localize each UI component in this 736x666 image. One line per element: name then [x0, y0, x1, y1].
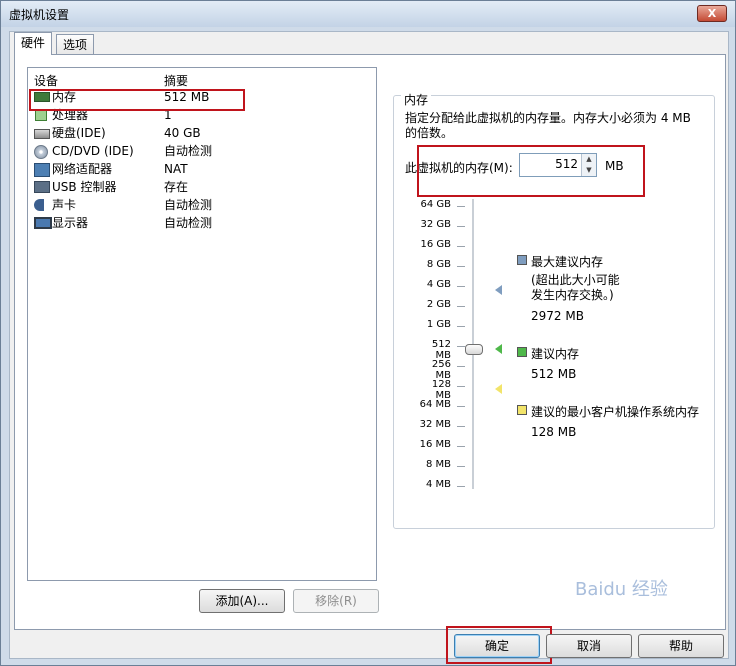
usb-icon — [34, 181, 50, 193]
memory-scale-tick: 16 MB — [419, 439, 451, 450]
device-summary: 自动检测 — [164, 198, 213, 212]
max-recommended-title: 最大建议内存 — [531, 255, 604, 269]
highlight-memory-field — [417, 145, 645, 197]
memory-scale-tick-mark — [457, 206, 465, 207]
max-recommended-marker-icon — [495, 285, 502, 295]
column-header-summary[interactable]: 摘要 — [164, 72, 188, 89]
min-recommended-legend-icon — [517, 405, 527, 415]
device-summary: 存在 — [164, 180, 189, 194]
min-recommended-title: 建议的最小客户机操作系统内存 — [531, 405, 700, 419]
memory-scale-tick: 1 GB — [426, 319, 451, 330]
memory-scale-tick: 64 GB — [420, 199, 451, 210]
device-name: CD/DVD (IDE) — [52, 144, 134, 158]
tab-options[interactable]: 选项 — [56, 34, 95, 55]
min-recommended-marker-icon — [495, 384, 502, 394]
sound-card-icon — [34, 199, 44, 211]
column-header-device[interactable]: 设备 — [34, 72, 58, 89]
device-summary: NAT — [164, 162, 188, 176]
memory-scale-tick: 256 MB — [431, 359, 451, 381]
highlight-ok-button — [446, 626, 552, 664]
memory-scale-tick: 8 GB — [426, 259, 451, 270]
memory-scale-tick: 2 GB — [426, 299, 451, 310]
device-name: 显示器 — [52, 216, 89, 230]
remove-button[interactable]: 移除(R) — [293, 589, 379, 613]
hardware-panel: 设备 摘要 内存 512 MB 处理器 1 硬盘(IDE) 40 GB CD/D… — [14, 54, 726, 630]
memory-scale-tick: 64 MB — [419, 399, 451, 410]
device-summary: 自动检测 — [164, 216, 213, 230]
memory-scale-tick: 512 MB — [431, 339, 451, 361]
recommended-title: 建议内存 — [531, 347, 580, 361]
dialog-client: 硬件 选项 设备 摘要 内存 512 MB 处理器 1 硬盘(IDE) 40 G… — [9, 31, 729, 664]
memory-scale-tick: 128 MB — [431, 379, 451, 401]
memory-scale-tick: 32 GB — [420, 219, 451, 230]
window-title: 虚拟机设置 — [9, 8, 70, 22]
memory-scale-tick: 16 GB — [420, 239, 451, 250]
memory-scale-tick-mark — [457, 386, 465, 387]
device-list[interactable]: 设备 摘要 内存 512 MB 处理器 1 硬盘(IDE) 40 GB CD/D… — [27, 67, 377, 581]
memory-scale-tick-mark — [457, 306, 465, 307]
memory-description: 指定分配给此虚拟机的内存量。内存大小必须为 4 MB 的倍数。 — [405, 111, 691, 140]
memory-scale-tick-mark — [457, 326, 465, 327]
memory-scale-tick-mark — [457, 246, 465, 247]
memory-scale-tick-mark — [457, 486, 465, 487]
device-name: 网络适配器 — [52, 162, 113, 176]
memory-scale-tick-mark — [457, 446, 465, 447]
memory-slider-thumb[interactable] — [465, 344, 483, 355]
memory-scale-tick: 4 MB — [425, 479, 451, 490]
recommended-legend-icon — [517, 347, 527, 357]
memory-scale-tick-mark — [457, 346, 465, 347]
help-button[interactable]: 帮助 — [638, 634, 724, 658]
device-summary: 40 GB — [164, 126, 201, 140]
cancel-button[interactable]: 取消 — [546, 634, 632, 658]
hard-disk-icon — [34, 129, 50, 139]
memory-scale-tick: 4 GB — [426, 279, 451, 290]
memory-scale-tick-mark — [457, 286, 465, 287]
memory-scale-tick-mark — [457, 406, 465, 407]
memory-scale-tick-mark — [457, 426, 465, 427]
highlight-memory-row — [29, 89, 245, 111]
device-row-display[interactable]: 显示器 自动检测 — [32, 214, 372, 232]
device-summary: 自动检测 — [164, 144, 213, 158]
min-recommended-value: 128 MB — [531, 425, 577, 439]
tab-hardware[interactable]: 硬件 — [14, 32, 53, 55]
memory-scale-tick: 8 MB — [425, 459, 451, 470]
baidu-watermark: Baidu 经验 — [575, 579, 668, 600]
device-row-hard-disk[interactable]: 硬盘(IDE) 40 GB — [32, 124, 372, 142]
memory-scale-tick-mark — [457, 226, 465, 227]
close-button[interactable]: X — [697, 5, 727, 22]
device-row-cd-dvd[interactable]: CD/DVD (IDE) 自动检测 — [32, 142, 372, 160]
network-adapter-icon — [34, 163, 50, 177]
memory-scale-tick-mark — [457, 366, 465, 367]
vm-settings-window: 虚拟机设置 X 硬件 选项 设备 摘要 内存 512 MB 处理器 1 硬盘(I… — [0, 0, 736, 666]
device-name: USB 控制器 — [52, 180, 117, 194]
display-icon — [34, 217, 52, 229]
device-name: 硬盘(IDE) — [52, 126, 106, 140]
recommended-marker-icon — [495, 344, 502, 354]
cd-dvd-icon — [34, 145, 48, 159]
memory-scale-tick-mark — [457, 266, 465, 267]
max-recommended-legend-icon — [517, 255, 527, 265]
title-bar[interactable]: 虚拟机设置 X — [1, 1, 735, 27]
memory-scale-tick: 32 MB — [419, 419, 451, 430]
device-name: 声卡 — [52, 198, 77, 212]
device-row-network-adapter[interactable]: 网络适配器 NAT — [32, 160, 372, 178]
add-button[interactable]: 添加(A)... — [199, 589, 285, 613]
recommended-value: 512 MB — [531, 367, 577, 381]
memory-scale-tick-mark — [457, 466, 465, 467]
device-row-sound-card[interactable]: 声卡 自动检测 — [32, 196, 372, 214]
max-recommended-note: (超出此大小可能 发生内存交换。) — [531, 273, 620, 302]
device-row-usb[interactable]: USB 控制器 存在 — [32, 178, 372, 196]
memory-group-label: 内存 — [401, 91, 432, 108]
max-recommended-value: 2972 MB — [531, 309, 584, 323]
